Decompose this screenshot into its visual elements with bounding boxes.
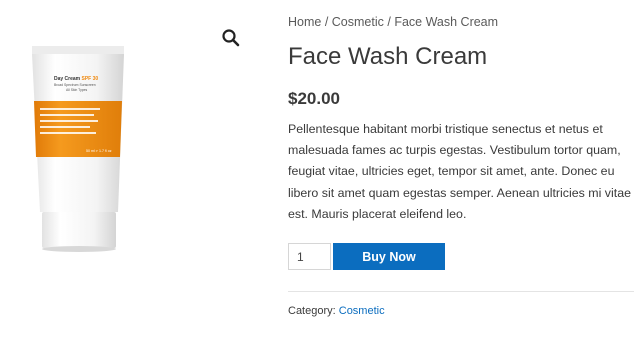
- tube-label-line2: All Skin Types: [66, 88, 88, 92]
- tube-label-line1: Broad Spectrum Sunscreen: [54, 83, 96, 87]
- category-label: Category:: [288, 305, 339, 317]
- breadcrumb-home-link[interactable]: Home: [288, 15, 321, 29]
- product-meta: Category: Cosmetic: [288, 305, 385, 317]
- quantity-input[interactable]: [288, 243, 331, 270]
- divider: [288, 291, 634, 292]
- category-link[interactable]: Cosmetic: [339, 305, 385, 317]
- tube-label-title: Day Cream SPF 30: [54, 76, 98, 82]
- product-description: Pellentesque habitant morbi tristique se…: [288, 122, 631, 221]
- tube-volume: 50 ml ℮ 1.7 fl oz: [86, 149, 112, 153]
- product-title: Face Wash Cream: [288, 43, 488, 70]
- product-price: $20.00: [288, 89, 340, 108]
- breadcrumb-separator: /: [324, 15, 332, 29]
- buy-now-button[interactable]: Buy Now: [333, 243, 445, 270]
- breadcrumb-current: Face Wash Cream: [394, 15, 499, 29]
- product-gallery: Day Cream SPF 30 Broad Spectrum Sunscree…: [0, 0, 262, 352]
- breadcrumb: Home / Cosmetic / Face Wash Cream: [288, 15, 498, 29]
- product-image[interactable]: Day Cream SPF 30 Broad Spectrum Sunscree…: [24, 44, 134, 256]
- breadcrumb-category-link[interactable]: Cosmetic: [332, 15, 384, 29]
- zoom-search-icon[interactable]: [220, 27, 242, 49]
